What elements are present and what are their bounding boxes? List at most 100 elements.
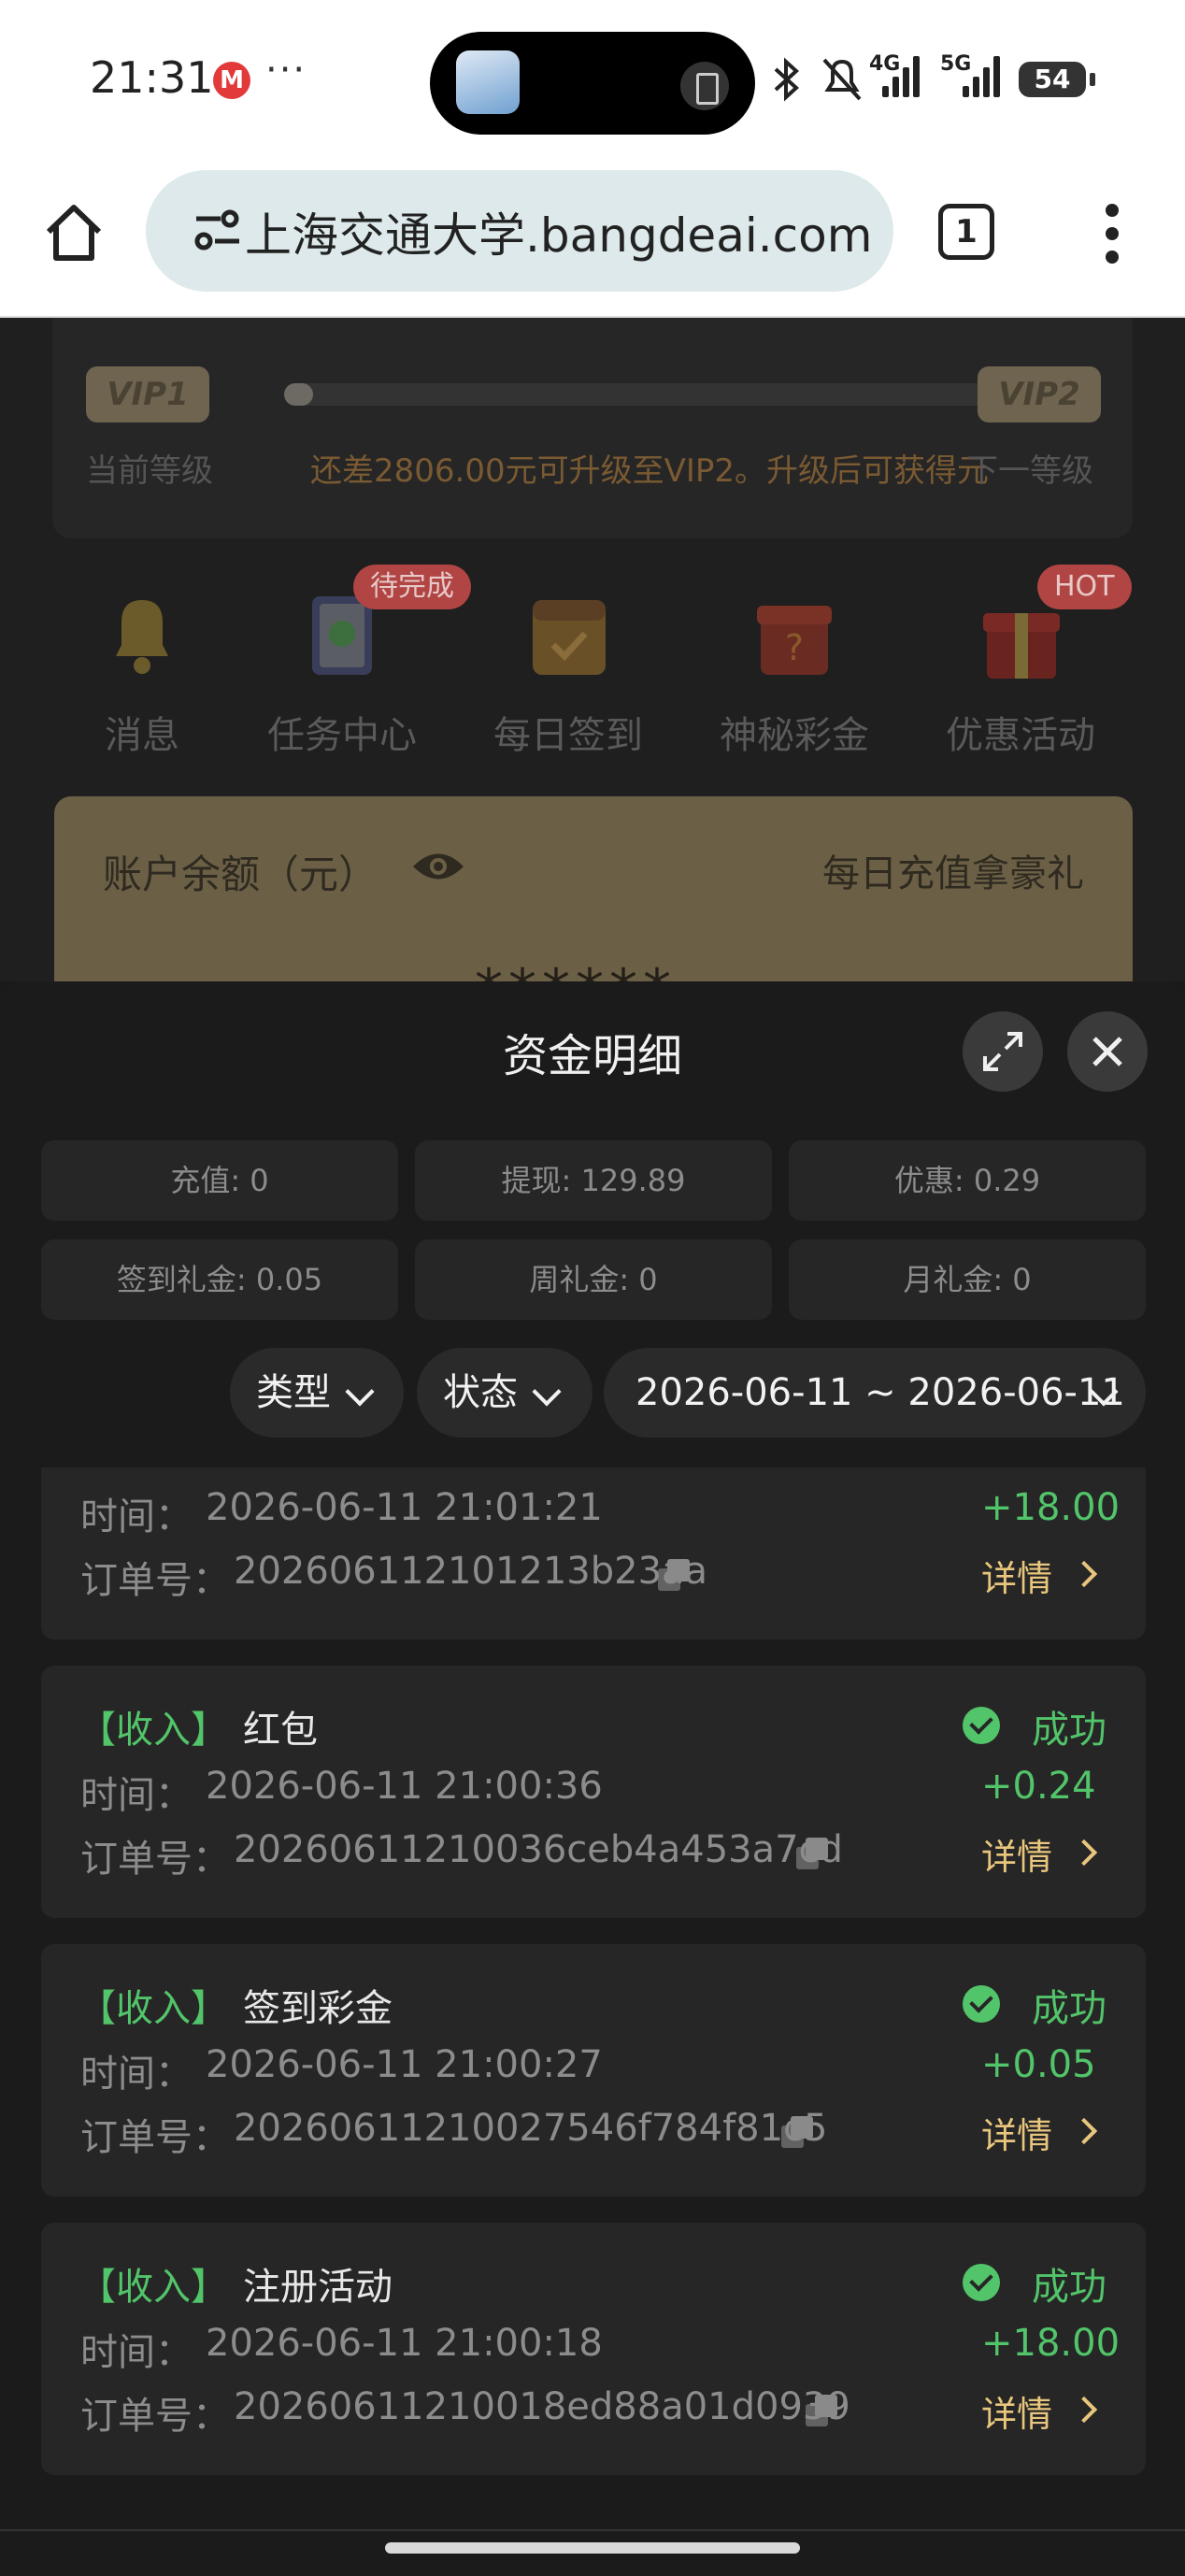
task-pending-badge: 待完成 <box>353 565 471 609</box>
expand-icon <box>983 1032 1022 1071</box>
copy-icon[interactable] <box>658 1559 695 1593</box>
record-status: 成功 <box>1032 1467 1106 1475</box>
vip-next-label: 下一等级 <box>966 452 1093 490</box>
type-filter-dropdown[interactable]: 类型 <box>230 1348 404 1438</box>
record-status: 成功 <box>1032 1987 1106 2030</box>
vip-upgrade-message: 还差2806.00元可升级至VIP2。升级后可获得元 <box>310 452 990 490</box>
date-range-dropdown[interactable]: 2026-06-11 ~ 2026-06-11 <box>604 1348 1146 1438</box>
more-notifications-icon: ··· <box>265 49 307 92</box>
time-label: 时间： <box>80 1774 193 1817</box>
url-text[interactable]: 上海交通大学.bangdeai.com/ <box>245 198 869 265</box>
copy-icon[interactable] <box>806 2395 843 2428</box>
close-button[interactable] <box>1067 1011 1148 1092</box>
page-background: VIP1 VIP2 当前等级 还差2806.00元可升级至VIP2。升级后可获得… <box>0 318 1185 981</box>
mute-icon <box>822 58 862 101</box>
bluetooth-icon <box>774 57 799 102</box>
transaction-record[interactable]: 【收入】 红包 时间： 2026-06-11 21:00:36 订单号： 202… <box>41 1666 1146 1918</box>
shortcut-promotions-label[interactable]: 优惠活动 <box>908 705 1133 759</box>
order-label: 订单号： <box>80 2116 230 2159</box>
record-type: 【收入】 <box>79 1987 228 2030</box>
shortcut-tasks-label[interactable]: 任务中心 <box>230 705 454 759</box>
order-label: 订单号： <box>80 2395 230 2438</box>
status-filter-label: 状态 <box>443 1371 518 1414</box>
home-icon[interactable] <box>41 200 107 265</box>
site-settings-icon[interactable] <box>193 208 243 252</box>
vip-current-label: 当前等级 <box>86 452 213 490</box>
record-status: 成功 <box>1032 1709 1106 1752</box>
record-time: 2026-06-11 21:00:27 <box>206 2043 603 2086</box>
transaction-record[interactable]: 【支出】 资金划拨 时间： 2026-06-11 21:01:21 订单号： 2… <box>41 1467 1146 1639</box>
record-amount: +18.00 <box>981 1486 1121 1529</box>
dynamic-island[interactable] <box>430 32 755 135</box>
chevron-down-icon <box>532 1377 562 1407</box>
record-order-number: 20260611210027546f784f81c5 <box>234 2107 828 2150</box>
date-range-label: 2026-06-11 ~ 2026-06-11 <box>635 1371 1125 1414</box>
status-bar: 21:31 M ··· 4G 5G 54 <box>0 0 1185 159</box>
eye-icon[interactable] <box>411 849 465 884</box>
type-filter-label: 类型 <box>256 1371 331 1414</box>
copy-icon[interactable] <box>796 1838 834 1871</box>
stat-monthly-bonus: 月礼金: 0 <box>789 1239 1146 1320</box>
record-amount: +18.00 <box>981 2322 1121 2365</box>
copy-icon[interactable] <box>781 2116 819 2150</box>
details-link[interactable]: 详情 <box>981 1828 1052 1880</box>
stat-weekly-bonus: 周礼金: 0 <box>415 1239 772 1320</box>
stat-discount: 优惠: 0.29 <box>789 1140 1146 1221</box>
time-label: 时间： <box>80 2331 193 2374</box>
record-order-number: 202606112101213b23aa <box>234 1550 708 1593</box>
browser-menu-icon[interactable] <box>1092 196 1135 271</box>
shortcut-checkin-label[interactable]: 每日签到 <box>456 705 680 759</box>
vip-card: VIP1 VIP2 当前等级 还差2806.00元可升级至VIP2。升级后可获得… <box>52 318 1133 538</box>
stat-recharge: 充值: 0 <box>41 1140 398 1221</box>
close-icon <box>1092 1037 1122 1066</box>
masked-balance: ****** <box>475 957 677 981</box>
daily-recharge-promo[interactable]: 每日充值拿豪礼 <box>822 843 1084 897</box>
record-type: 【收入】 <box>79 2266 228 2309</box>
record-order-number: 20260611210036ceb4a453a7cd <box>234 1828 843 1871</box>
record-name: 红包 <box>243 1709 318 1752</box>
mystery-box-icon[interactable]: ? <box>755 587 834 679</box>
transaction-list[interactable]: 【支出】 资金划拨 时间： 2026-06-11 21:01:21 订单号： 2… <box>0 1467 1185 2576</box>
tab-switcher-button[interactable]: 1 <box>938 204 994 260</box>
shortcut-mystery-label[interactable]: 神秘彩金 <box>682 705 907 759</box>
browser-chrome: 21:31 M ··· 4G 5G 54 上海交通大学.bangdeai.com… <box>0 0 1185 318</box>
funds-detail-sheet: 资金明细 充值: 0 提现: 129.89 优惠: 0.29 签到礼金: 0.0… <box>0 981 1185 2576</box>
record-name: 资金划拨 <box>243 1467 393 1475</box>
order-label: 订单号： <box>80 1559 230 1602</box>
time-label: 时间： <box>80 2053 193 2096</box>
calendar-icon[interactable] <box>529 587 609 679</box>
signal-icon <box>882 56 923 97</box>
stat-withdraw: 提现: 129.89 <box>415 1140 772 1221</box>
order-label: 订单号： <box>80 1838 230 1881</box>
stat-checkin-bonus: 签到礼金: 0.05 <box>41 1239 398 1320</box>
details-link[interactable]: 详情 <box>981 2107 1052 2158</box>
record-name: 签到彩金 <box>243 1987 393 2030</box>
bell-icon[interactable] <box>105 589 179 679</box>
balance-title: 账户余额（元） <box>103 852 378 897</box>
record-amount: +0.24 <box>981 1765 1096 1808</box>
nav-divider <box>0 2529 1185 2531</box>
calculator-icon <box>680 62 729 110</box>
svg-text:?: ? <box>785 627 804 668</box>
transaction-record[interactable]: 【收入】 签到彩金 时间： 2026-06-11 21:00:27 订单号： 2… <box>41 1944 1146 2197</box>
record-type: 【支出】 <box>79 1467 228 1475</box>
shortcut-messages-label[interactable]: 消息 <box>30 705 254 759</box>
home-indicator[interactable] <box>385 2542 800 2554</box>
record-time: 2026-06-11 21:00:36 <box>206 1765 603 1808</box>
details-link[interactable]: 详情 <box>981 2385 1052 2437</box>
balance-card: 账户余额（元） 每日充值拿豪礼 ****** <box>54 796 1133 981</box>
hot-badge: HOT <box>1037 565 1132 609</box>
record-time: 2026-06-11 21:00:18 <box>206 2322 603 2365</box>
status-time: 21:31 <box>90 52 214 103</box>
details-link[interactable]: 详情 <box>981 1550 1052 1601</box>
expand-button[interactable] <box>963 1011 1043 1092</box>
transaction-record[interactable]: 【收入】 注册活动 时间： 2026-06-11 21:00:18 订单号： 2… <box>41 2223 1146 2475</box>
success-check-icon <box>963 1707 1000 1744</box>
status-filter-dropdown[interactable]: 状态 <box>417 1348 592 1438</box>
record-order-number: 20260611210018ed88a01d0939 <box>234 2385 850 2428</box>
record-amount: +0.05 <box>981 2043 1096 2086</box>
chevron-right-icon <box>1070 2396 1098 2424</box>
success-check-icon <box>963 2264 1000 2301</box>
battery-icon: 54 <box>1019 62 1095 97</box>
record-name: 注册活动 <box>243 2266 393 2309</box>
